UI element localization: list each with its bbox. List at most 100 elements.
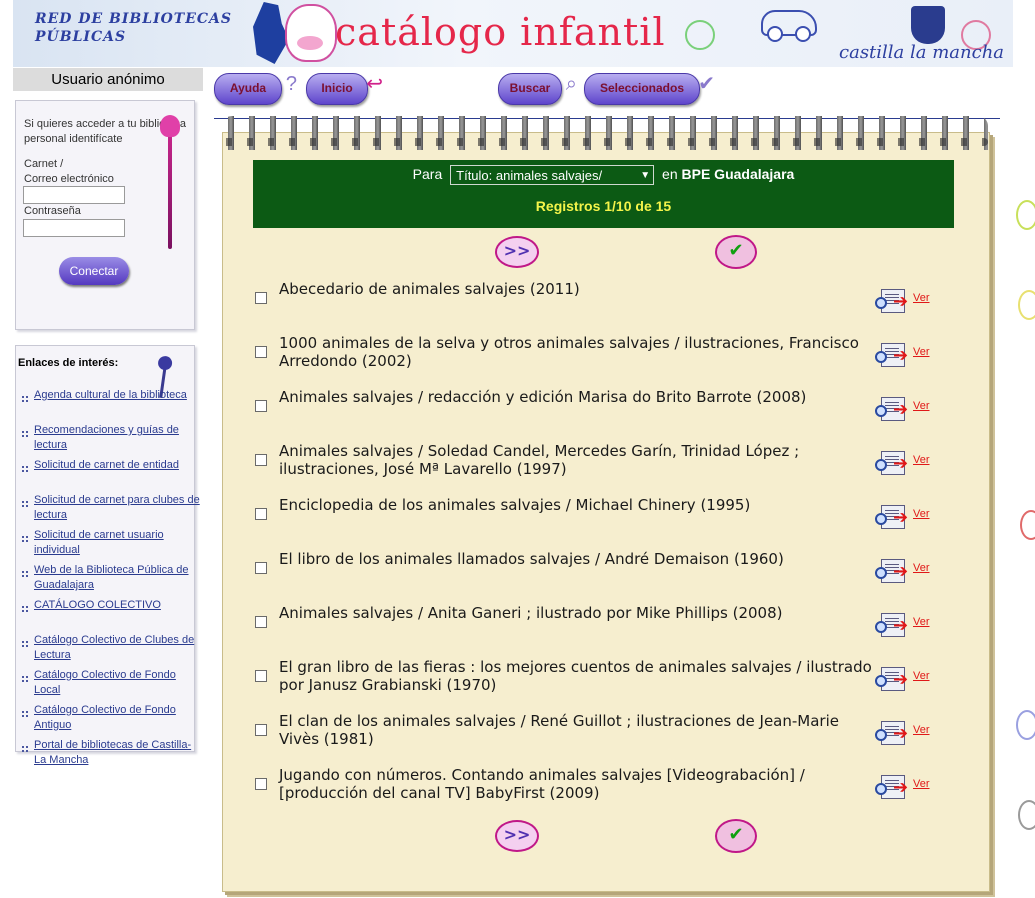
link-portal-bibliotecas[interactable]: Portal de bibliotecas de Castilla-La Man… — [34, 738, 200, 768]
next-page-icon[interactable]: >> — [495, 820, 539, 852]
dropdown-arrow-icon: ▼ — [640, 170, 651, 182]
bullet-icon — [21, 535, 29, 543]
view-record-button[interactable]: ➔ Ver — [875, 341, 937, 371]
list-item: Catálogo Colectivo de Fondo Local — [16, 664, 194, 699]
home-button-label: Inicio — [321, 81, 353, 95]
result-checkbox[interactable] — [255, 292, 267, 304]
arrow-icon: ➔ — [893, 777, 909, 798]
result-checkbox[interactable] — [255, 724, 267, 736]
result-checkbox[interactable] — [255, 562, 267, 574]
cow-mascot-icon — [285, 4, 337, 62]
view-record-button[interactable]: ➔ Ver — [875, 611, 937, 641]
bullet-icon — [21, 710, 29, 718]
doodle-icon — [1016, 710, 1035, 740]
result-title: Enciclopedia de los animales salvajes / … — [279, 496, 751, 514]
link-fondo-local[interactable]: Catálogo Colectivo de Fondo Local — [34, 668, 200, 698]
list-item: Recomendaciones y guías de lectura — [16, 419, 194, 454]
magnifier-icon — [875, 297, 887, 309]
link-catalogo-clubes[interactable]: Catálogo Colectivo de Clubes de Lectura — [34, 633, 200, 663]
view-record-button[interactable]: ➔ Ver — [875, 719, 937, 749]
view-record-button[interactable]: ➔ Ver — [875, 287, 937, 317]
view-record-button[interactable]: ➔ Ver — [875, 557, 937, 587]
result-checkbox[interactable] — [255, 346, 267, 358]
link-carnet-clubes[interactable]: Solicitud de carnet para clubes de lectu… — [34, 493, 200, 523]
site-header: RED DE BIBLIOTECAS PÚBLICAS catálogo inf… — [13, 0, 1013, 67]
password-input[interactable] — [23, 219, 125, 237]
result-checkbox[interactable] — [255, 508, 267, 520]
magnifier-icon — [875, 351, 887, 363]
view-record-button[interactable]: ➔ Ver — [875, 395, 937, 425]
region-logo-text: castilla la mancha — [839, 42, 1005, 63]
arrow-icon: ➔ — [893, 723, 909, 744]
help-button[interactable]: Ayuda ? — [214, 73, 297, 105]
view-record-label: Ver — [913, 724, 930, 736]
bullet-icon — [21, 675, 29, 683]
view-record-button[interactable]: ➔ Ver — [875, 773, 937, 803]
view-record-label: Ver — [913, 616, 930, 628]
search-icon: ⌕ — [565, 73, 577, 95]
result-checkbox[interactable] — [255, 670, 267, 682]
list-item: Web de la Biblioteca Pública de Guadalaj… — [16, 559, 194, 594]
link-catalogo-colectivo[interactable]: CATÁLOGO COLECTIVO — [34, 598, 200, 613]
search-prefix: Para — [412, 166, 443, 182]
table-row: Abecedario de animales salvajes (2011) ➔ V… — [255, 280, 955, 334]
result-title: Animales salvajes / redacción y edición … — [279, 388, 807, 406]
view-record-button[interactable]: ➔ Ver — [875, 449, 937, 479]
user-status-title: Usuario anónimo — [13, 68, 203, 91]
search-summary-panel: Para Título: animales salvajes/ ▼ en BPE … — [253, 160, 954, 228]
records-count: Registros 1/10 de 15 — [535, 198, 672, 214]
link-agenda-cultural[interactable]: Agenda cultural de la biblioteca — [34, 388, 200, 403]
link-fondo-antiguo[interactable]: Catálogo Colectivo de Fondo Antiguo — [34, 703, 200, 733]
library-name: BPE Guadalajara — [681, 166, 795, 182]
search-button[interactable]: Buscar ⌕ — [498, 73, 577, 105]
list-item: Solicitud de carnet usuario individual — [16, 524, 194, 559]
help-button-label: Ayuda — [229, 81, 267, 95]
list-item: Catálogo Colectivo de Clubes de Lectura — [16, 629, 194, 664]
bullet-icon — [21, 605, 29, 613]
result-title: El clan de los animales salvajes / René … — [279, 712, 839, 748]
list-item: Catálogo Colectivo de Fondo Antiguo — [16, 699, 194, 734]
links-list: Agenda cultural de la biblioteca Recomen… — [16, 384, 200, 769]
search-query-select[interactable]: Título: animales salvajes/ ▼ — [450, 165, 655, 186]
view-record-button[interactable]: ➔ Ver — [875, 503, 937, 533]
carnet-input[interactable] — [23, 186, 125, 204]
view-record-label: Ver — [913, 778, 930, 790]
view-record-label: Ver — [913, 670, 930, 682]
select-records-icon[interactable]: ✔ — [715, 235, 757, 269]
result-title: Animales salvajes / Soledad Candel, Merc… — [279, 442, 800, 478]
question-icon: ? — [285, 73, 297, 95]
link-carnet-entidad[interactable]: Solicitud de carnet de entidad — [34, 458, 200, 473]
arrow-icon: ➔ — [893, 615, 909, 636]
result-checkbox[interactable] — [255, 778, 267, 790]
checkmark-icon: ✔ — [698, 73, 715, 95]
result-title: 1000 animales de la selva y otros animal… — [279, 334, 859, 370]
view-record-label: Ver — [913, 562, 930, 574]
magnifier-icon — [875, 675, 887, 687]
search-button-label: Buscar — [509, 81, 551, 95]
email-label: Correo electrónico — [24, 173, 114, 185]
table-row: Animales salvajes / Soledad Candel, Merc… — [255, 442, 955, 496]
result-checkbox[interactable] — [255, 454, 267, 466]
result-checkbox[interactable] — [255, 400, 267, 412]
region-map-icon — [253, 2, 289, 64]
connect-button[interactable]: Conectar — [59, 257, 129, 285]
selected-button-label: Seleccionados — [599, 81, 685, 95]
bullet-icon — [21, 640, 29, 648]
network-logo-text: RED DE BIBLIOTECAS PÚBLICAS — [35, 11, 233, 45]
table-row: El clan de los animales salvajes / René … — [255, 712, 955, 766]
list-item: Portal de bibliotecas de Castilla-La Man… — [16, 734, 194, 769]
link-carnet-individual[interactable]: Solicitud de carnet usuario individual — [34, 528, 200, 558]
link-web-biblioteca[interactable]: Web de la Biblioteca Pública de Guadalaj… — [34, 563, 200, 593]
doodle-icon — [1018, 800, 1035, 830]
selected-button[interactable]: Seleccionados ✔ — [584, 73, 715, 105]
magnifier-icon — [875, 405, 887, 417]
next-page-icon[interactable]: >> — [495, 236, 539, 268]
result-checkbox[interactable] — [255, 616, 267, 628]
result-title: El gran libro de las fieras : los mejore… — [279, 658, 872, 694]
view-record-button[interactable]: ➔ Ver — [875, 665, 937, 695]
bullet-icon — [21, 465, 29, 473]
home-button[interactable]: Inicio ↩ — [306, 73, 383, 105]
arrow-icon: ➔ — [893, 453, 909, 474]
link-recomendaciones[interactable]: Recomendaciones y guías de lectura — [34, 423, 200, 453]
select-records-icon[interactable]: ✔ — [715, 819, 757, 853]
